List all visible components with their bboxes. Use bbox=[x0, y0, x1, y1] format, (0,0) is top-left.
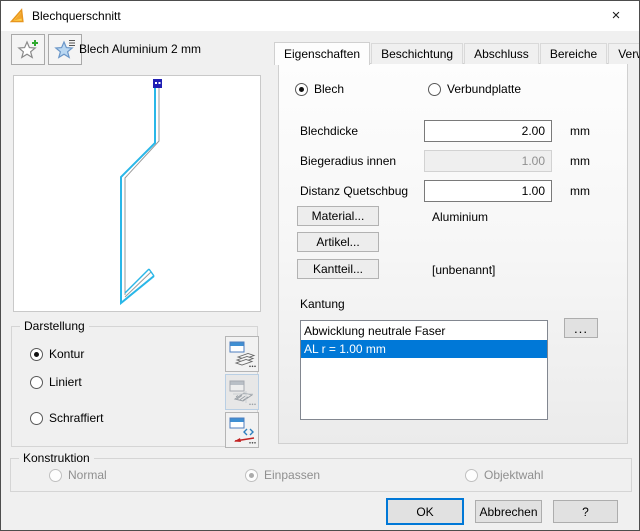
cancel-button[interactable]: Abbrechen bbox=[475, 500, 542, 523]
sheet-profile-drawing bbox=[14, 76, 260, 311]
reference-settings-button[interactable] bbox=[225, 412, 259, 448]
radio-blech[interactable]: Blech bbox=[295, 82, 344, 96]
radio-kontur-circle bbox=[30, 348, 43, 361]
layers-icon bbox=[229, 341, 256, 368]
radio-normal-label: Normal bbox=[68, 468, 107, 482]
quetschbug-label: Distanz Quetschbug bbox=[300, 184, 408, 198]
star-plus-icon bbox=[17, 39, 39, 60]
radio-schraffiert-circle bbox=[30, 412, 43, 425]
radio-normal-circle bbox=[49, 469, 62, 482]
konstruktion-group-label: Konstruktion bbox=[19, 451, 94, 465]
tab-abschluss[interactable]: Abschluss bbox=[464, 43, 539, 64]
radio-einpassen-circle bbox=[245, 469, 258, 482]
layer-display-settings-button[interactable] bbox=[225, 336, 259, 372]
app-logo-icon bbox=[9, 8, 25, 24]
tab-strip: Eigenschaften Beschichtung Abschluss Ber… bbox=[274, 41, 640, 64]
radio-kontur[interactable]: Kontur bbox=[30, 347, 84, 361]
radio-blech-label: Blech bbox=[314, 82, 344, 96]
list-item[interactable]: Abwicklung neutrale Faser bbox=[301, 322, 547, 340]
profile-handle-icon bbox=[153, 79, 162, 88]
favorites-list-button[interactable] bbox=[48, 34, 82, 65]
tab-bereiche[interactable]: Bereiche bbox=[540, 43, 607, 64]
radio-verbundplatte-label: Verbundplatte bbox=[447, 82, 521, 96]
biegeradius-unit: mm bbox=[570, 154, 590, 168]
radio-objektwahl: Objektwahl bbox=[465, 468, 543, 482]
hatch-icon bbox=[229, 379, 256, 406]
tab-eigenschaften[interactable]: Eigenschaften bbox=[274, 42, 370, 65]
window-title: Blechquerschnitt bbox=[32, 9, 121, 23]
material-value: Aluminium bbox=[432, 210, 488, 224]
blechdicke-label: Blechdicke bbox=[300, 124, 358, 138]
blechdicke-unit: mm bbox=[570, 124, 590, 138]
radio-kontur-label: Kontur bbox=[49, 347, 84, 361]
radio-liniert-label: Liniert bbox=[49, 375, 82, 389]
quetschbug-input[interactable] bbox=[424, 180, 552, 202]
radio-schraffiert-label: Schraffiert bbox=[49, 411, 103, 425]
radio-liniert-circle bbox=[30, 376, 43, 389]
tab-beschichtung[interactable]: Beschichtung bbox=[371, 43, 463, 64]
new-favorite-button[interactable] bbox=[11, 34, 45, 65]
radio-verbundplatte[interactable]: Verbundplatte bbox=[428, 82, 521, 96]
ok-button[interactable]: OK bbox=[386, 498, 464, 525]
darstellung-group-label: Darstellung bbox=[20, 319, 89, 333]
artikel-button[interactable]: Artikel... bbox=[297, 232, 379, 252]
cross-section-preview bbox=[13, 75, 261, 312]
kantung-browse-button[interactable]: ... bbox=[564, 318, 598, 338]
quetschbug-unit: mm bbox=[570, 184, 590, 198]
help-button[interactable]: ? bbox=[553, 500, 618, 523]
radio-einpassen: Einpassen bbox=[245, 468, 320, 482]
kantung-listbox[interactable]: Abwicklung neutrale Faser AL r = 1.00 mm bbox=[300, 320, 548, 420]
preset-name-label: Blech Aluminium 2 mm bbox=[79, 42, 201, 56]
kantung-label: Kantung bbox=[300, 297, 345, 311]
tab-verwaltung[interactable]: Verwaltung bbox=[608, 43, 640, 64]
star-menu-icon bbox=[54, 39, 76, 60]
tab-page-eigenschaften: Blech Verbundplatte Blechdicke mm Bieger… bbox=[278, 63, 628, 444]
material-button[interactable]: Material... bbox=[297, 206, 379, 226]
radio-liniert[interactable]: Liniert bbox=[30, 375, 82, 389]
biegeradius-input bbox=[424, 150, 552, 172]
radio-blech-circle bbox=[295, 83, 308, 96]
kantteil-button[interactable]: Kantteil... bbox=[297, 259, 379, 279]
radio-verbundplatte-circle bbox=[428, 83, 441, 96]
titlebar: Blechquerschnitt × bbox=[1, 1, 639, 31]
radio-normal: Normal bbox=[49, 468, 107, 482]
radio-schraffiert[interactable]: Schraffiert bbox=[30, 411, 103, 425]
blechdicke-input[interactable] bbox=[424, 120, 552, 142]
darstellung-group: Darstellung Kontur Liniert Schraffiert bbox=[11, 326, 258, 447]
radio-einpassen-label: Einpassen bbox=[264, 468, 320, 482]
radio-objektwahl-label: Objektwahl bbox=[484, 468, 543, 482]
hatch-settings-button bbox=[225, 374, 259, 410]
list-item-selected[interactable]: AL r = 1.00 mm bbox=[301, 340, 547, 358]
radio-objektwahl-circle bbox=[465, 469, 478, 482]
blechquerschnitt-dialog: Blechquerschnitt × Blech Aluminium 2 mm bbox=[0, 0, 640, 531]
close-icon[interactable]: × bbox=[599, 1, 633, 30]
kantteil-value: [unbenannt] bbox=[432, 263, 495, 277]
biegeradius-label: Biegeradius innen bbox=[300, 154, 396, 168]
code-arrow-icon bbox=[229, 417, 256, 444]
konstruktion-group: Konstruktion Normal Einpassen Objektwahl bbox=[10, 458, 632, 492]
